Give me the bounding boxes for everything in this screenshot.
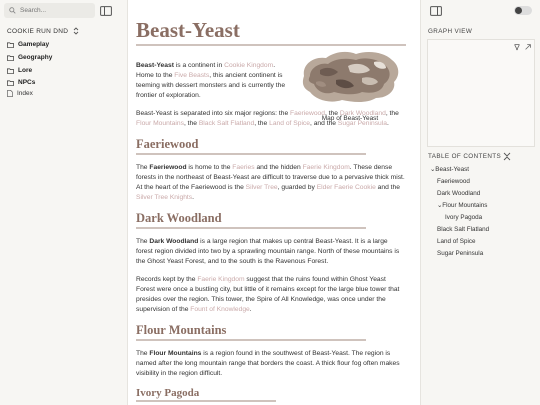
regions-text: , the (254, 120, 270, 127)
regions-text: Beast-Yeast is separated into six major … (136, 110, 291, 117)
flour-text: The (136, 350, 150, 357)
toc-label: Black Salt Flatland (437, 226, 490, 233)
sidebar-toggle-icon[interactable] (100, 6, 112, 16)
heading-faeriewood: Faeriewood (136, 137, 199, 151)
graph-view[interactable] (427, 39, 535, 147)
toc-title: TABLE OF CONTENTS (428, 153, 502, 160)
flour-mountains-paragraph: The Flour Mountains is a region found in… (136, 349, 406, 379)
folder-icon (7, 42, 14, 48)
toc-label: Dark Woodland (437, 190, 481, 197)
link-faeries[interactable]: Faeries (232, 164, 254, 171)
heading-divider (136, 339, 366, 341)
link-faerie-kingdom[interactable]: Faerie Kingdom (303, 164, 350, 171)
sidebar-item-label: Index (17, 90, 33, 97)
toc-label: Beast-Yeast (435, 166, 470, 173)
sidebar-item-lore[interactable]: Lore (7, 67, 32, 74)
faeriewood-text: The (136, 164, 150, 171)
link-silver-tree-knights[interactable]: Silver Tree Knights (136, 194, 192, 201)
map-image (302, 51, 399, 102)
heading-ivory-pagoda: Ivory Pagoda (136, 387, 200, 399)
dark-woodland-paragraph: The Dark Woodland is a large region that… (136, 237, 406, 267)
folder-icon (7, 68, 14, 74)
toc-item-sugar-peninsula[interactable]: Sugar Peninsula (437, 250, 483, 257)
toc-label: Ivory Pagoda (445, 214, 483, 221)
link-black-salt-flatland[interactable]: Black Salt Flatland (199, 120, 254, 127)
map-caption: Map of Beast-Yeast (321, 115, 379, 122)
sidebar-item-npcs[interactable]: NPCs (7, 79, 35, 86)
dark-woodland-text: The (136, 238, 150, 245)
toc-label: Faeriewood (437, 178, 470, 185)
right-sidebar: GRAPH VIEW TABLE OF CONTENTS ⌄Beast-Yeas… (420, 0, 540, 405)
flour-bold: Flour Mountains (149, 350, 202, 357)
toc-item-black-salt-flatland[interactable]: Black Salt Flatland (437, 226, 489, 233)
chevron-up-down-icon (73, 27, 79, 35)
sidebar-item-label: Lore (18, 67, 33, 74)
collapse-all-icon[interactable] (503, 152, 511, 161)
regions-text: , the (183, 120, 199, 127)
heading-dark-woodland: Dark Woodland (136, 211, 222, 225)
faeriewood-text: is home to the (186, 164, 233, 171)
file-icon (7, 90, 13, 97)
toggle-knob (515, 7, 522, 14)
heading-flour-mountains: Flour Mountains (136, 323, 227, 337)
search-input[interactable] (20, 7, 90, 14)
records-text: Records kept by the (136, 276, 198, 283)
folder-icon (7, 55, 14, 61)
toc-item-ivory-pagoda[interactable]: Ivory Pagoda (445, 214, 482, 221)
sidebar-item-label: NPCs (18, 79, 36, 86)
search-icon (9, 7, 16, 14)
graph-settings-icon[interactable] (513, 43, 521, 51)
heading-divider (136, 400, 276, 402)
vault-switcher[interactable]: COOKIE RUN DND (7, 27, 79, 35)
faeriewood-text: and the (375, 184, 400, 191)
intro-bold: Beast-Yeast (136, 62, 174, 69)
faeriewood-text: , guarded by (277, 184, 317, 191)
right-sidebar-toggle-icon[interactable] (430, 6, 442, 16)
faeriewood-text: . (192, 194, 194, 201)
toc-label: Flour Mountains (442, 202, 488, 209)
heading-divider (136, 227, 366, 229)
records-text: . (249, 306, 252, 313)
records-paragraph: Records kept by the Faerie Kingdom sugge… (136, 275, 406, 315)
intro-text: is a continent in (173, 62, 225, 69)
link-elder-faerie-cookie[interactable]: Elder Faerie Cookie (317, 184, 376, 191)
expand-icon[interactable] (524, 43, 532, 51)
vault-name: COOKIE RUN DND (7, 27, 69, 35)
toc-item-land-of-spice[interactable]: Land of Spice (437, 238, 476, 245)
link-silver-tree[interactable]: Silver Tree (246, 184, 278, 191)
sidebar-item-gameplay[interactable]: Gameplay (7, 41, 49, 48)
intro-paragraph: Beast-Yeast is a continent in Cookie Kin… (136, 61, 294, 101)
folder-icon (7, 80, 14, 86)
sidebar-item-label: Gameplay (18, 41, 50, 48)
faeriewood-bold: Faeriewood (149, 164, 187, 171)
toc-label: Land of Spice (437, 238, 476, 245)
heading-divider (136, 153, 366, 155)
faeriewood-text: and the hidden (254, 164, 303, 171)
graph-view-title: GRAPH VIEW (428, 28, 473, 35)
link-faerie-kingdom[interactable]: Faerie Kingdom (197, 276, 244, 283)
sidebar-item-geography[interactable]: Geography (7, 54, 52, 61)
sidebar-item-index[interactable]: Index (7, 90, 33, 97)
link-cookie-kingdom[interactable]: Cookie Kingdom (224, 62, 273, 69)
faeriewood-paragraph: The Faeriewood is home to the Faeries an… (136, 163, 406, 203)
toc-item-beast-yeast[interactable]: ⌄Beast-Yeast (430, 166, 469, 173)
left-sidebar: COOKIE RUN DND Gameplay Geography Lore N… (0, 0, 128, 405)
theme-toggle[interactable] (514, 6, 532, 15)
search-box[interactable] (4, 3, 95, 18)
toc-label: Sugar Peninsula (437, 250, 484, 257)
toc-item-dark-woodland[interactable]: Dark Woodland (437, 190, 480, 197)
link-five-beasts[interactable]: Five Beasts (174, 72, 209, 79)
toc-item-faeriewood[interactable]: Faeriewood (437, 178, 470, 185)
main-content: Beast-Yeast Beast-Yeast is a continent i… (128, 0, 420, 405)
sidebar-item-label: Geography (18, 54, 53, 61)
page-title: Beast-Yeast (136, 18, 240, 42)
map-figure: Map of Beast-Yeast (296, 46, 404, 122)
dark-woodland-bold: Dark Woodland (149, 238, 199, 245)
link-fount-of-knowledge[interactable]: Fount of Knowledge (190, 306, 250, 313)
toc-item-flour-mountains[interactable]: ⌄Flour Mountains (437, 202, 487, 209)
link-flour-mountains[interactable]: Flour Mountains (136, 120, 184, 127)
